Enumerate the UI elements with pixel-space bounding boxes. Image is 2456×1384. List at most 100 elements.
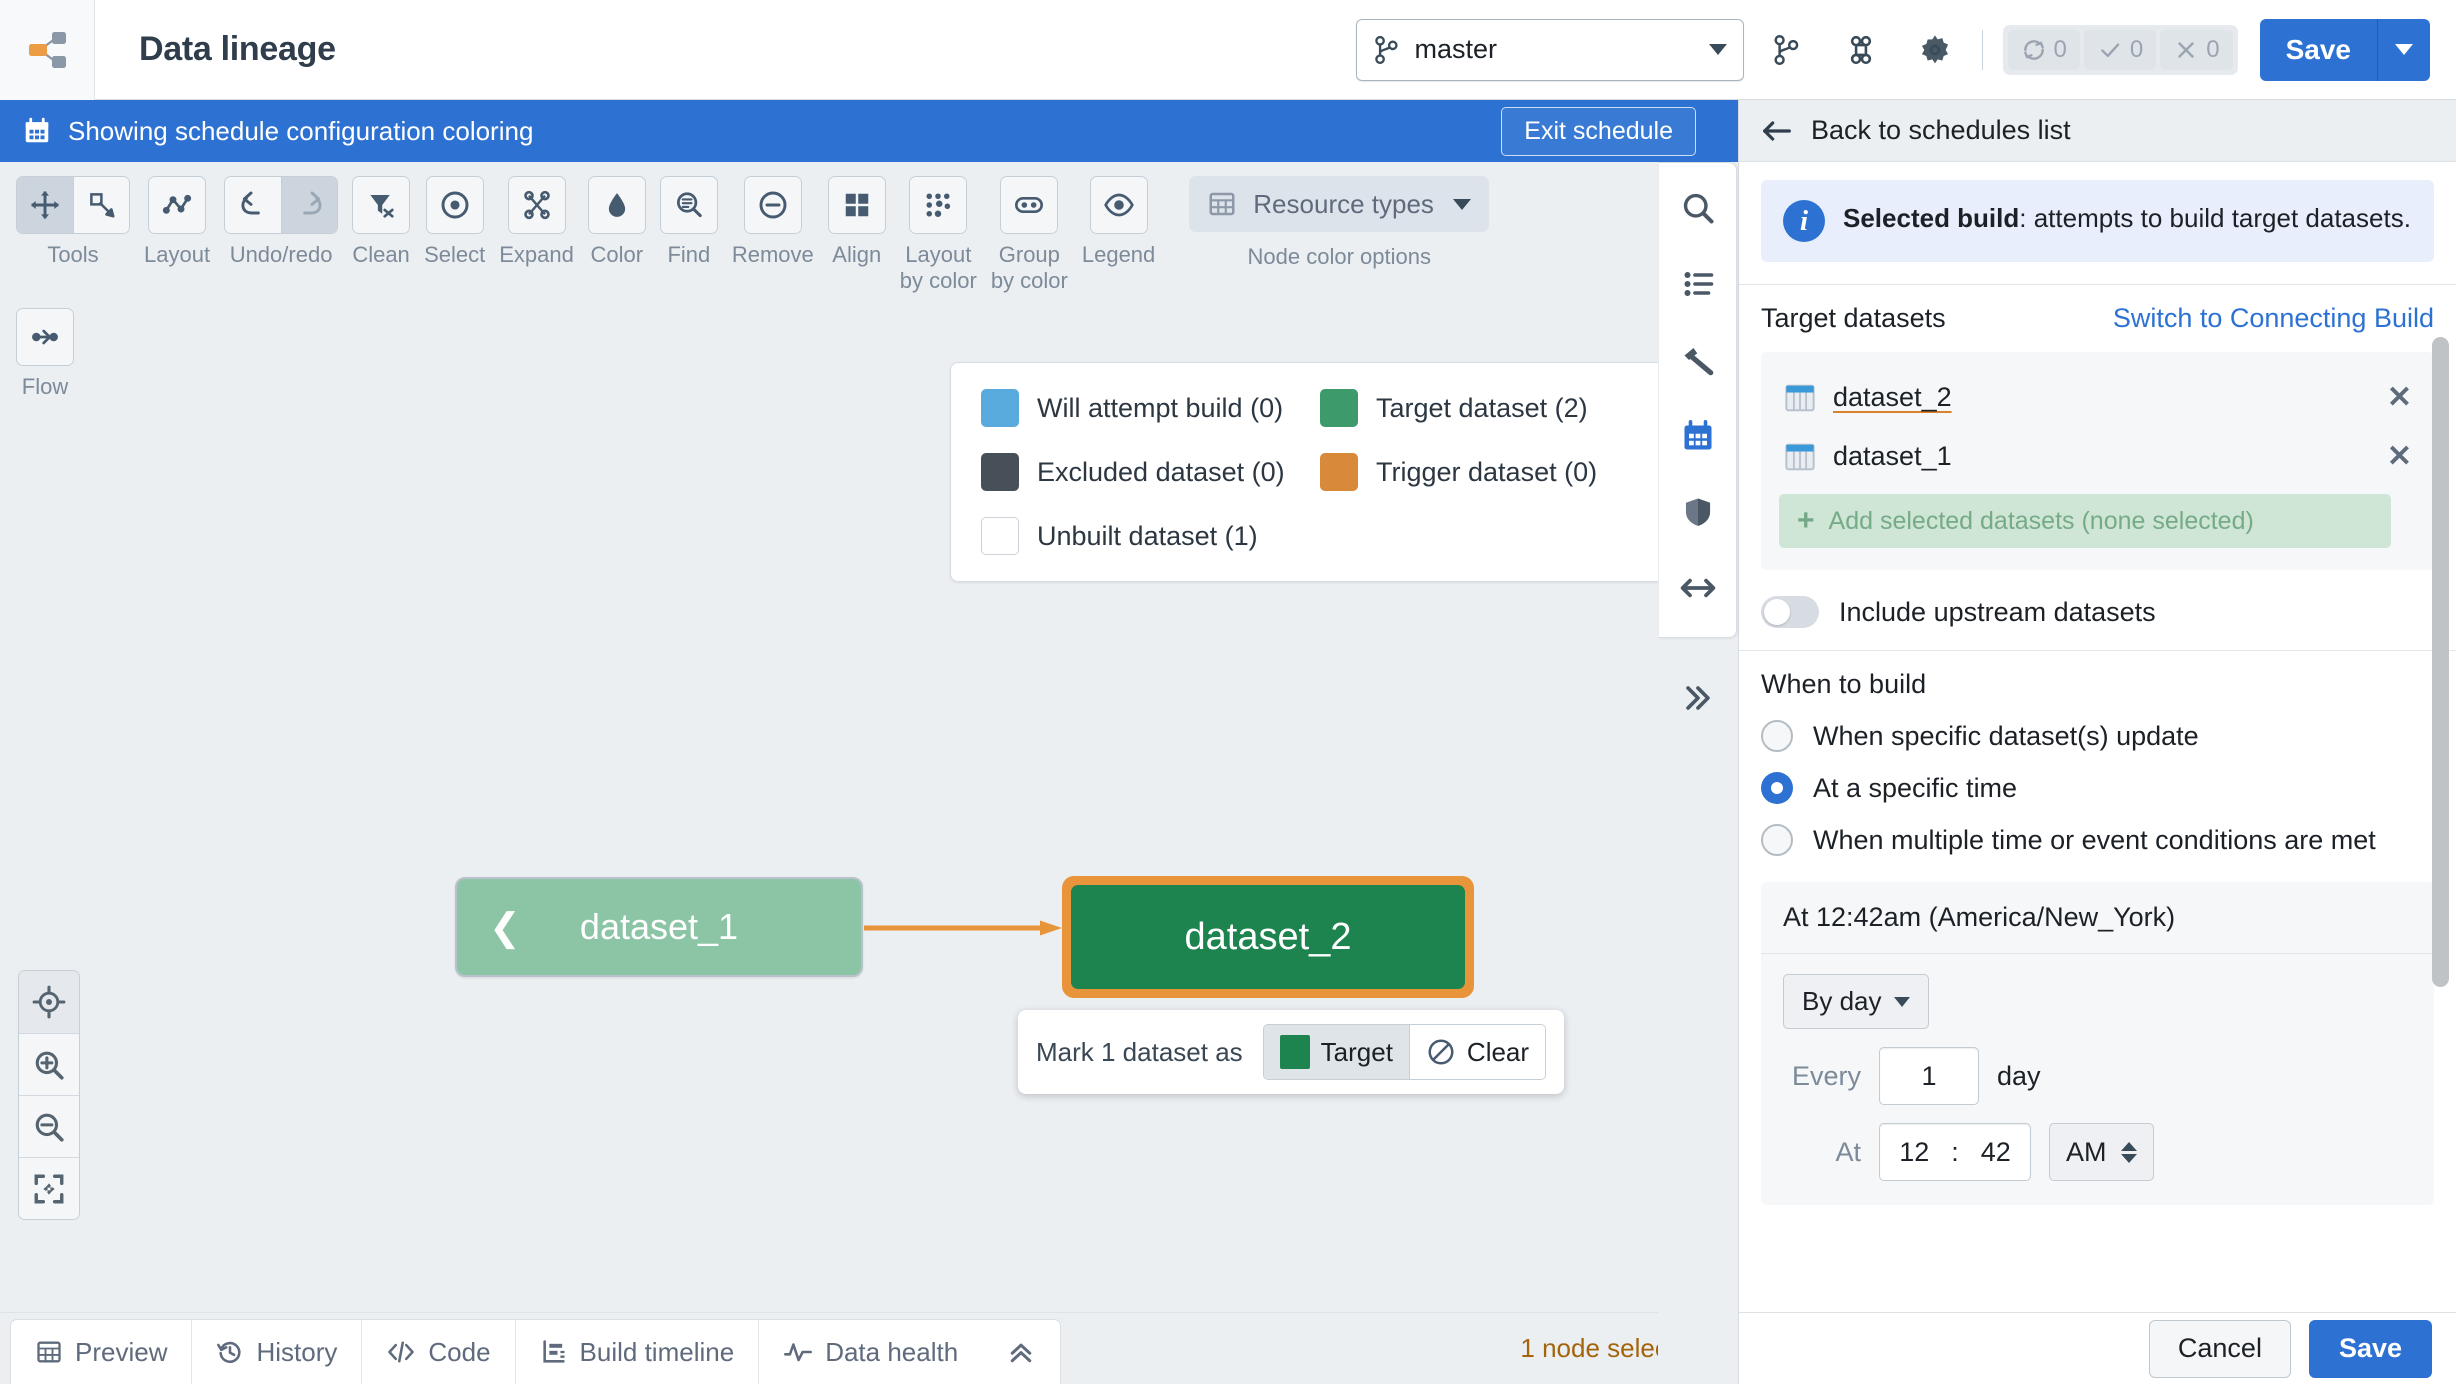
every-input[interactable]: 1: [1879, 1047, 1979, 1105]
check-icon: [2101, 42, 2120, 57]
radio-when-datasets-update[interactable]: When specific dataset(s) update: [1761, 720, 2434, 752]
arrow-left-icon[interactable]: [1761, 116, 1793, 146]
time-input[interactable]: 12 : 42: [1879, 1123, 2031, 1181]
rail-build-button[interactable]: [1664, 325, 1732, 395]
app-root: Data lineage master 0 0 0 Save Showing s…: [0, 0, 2456, 1384]
counter-failed[interactable]: 0: [2160, 29, 2233, 70]
tab-label: History: [256, 1336, 338, 1367]
callout-text: Selected build: attempts to build target…: [1843, 200, 2411, 237]
counter-success-value: 0: [2129, 35, 2144, 63]
stepper-arrows-icon[interactable]: [2120, 1141, 2137, 1163]
rail-list-button[interactable]: [1664, 249, 1732, 319]
collapse-panel-button[interactable]: [982, 1320, 1060, 1384]
rail-security-button[interactable]: [1664, 477, 1732, 547]
time-config-card: At 12:42am (America/New_York) By day Eve…: [1761, 882, 2434, 1205]
exit-schedule-button[interactable]: Exit schedule: [1501, 106, 1696, 156]
radio-at-specific-time[interactable]: At a specific time: [1761, 772, 2434, 804]
tab-label: Build timeline: [579, 1336, 735, 1367]
rail-compare-button[interactable]: [1664, 553, 1732, 623]
selected-build-callout: i Selected build: attempts to build targ…: [1761, 180, 2434, 262]
zoom-in-button[interactable]: [19, 1033, 79, 1095]
include-upstream-row: Include upstream datasets: [1761, 596, 2434, 628]
at-time-row: At 12 : 42 AM: [1783, 1123, 2412, 1181]
list-item[interactable]: dataset_2 ✕: [1779, 370, 2416, 429]
chevron-left-icon[interactable]: ❮: [489, 905, 521, 950]
ban-icon: [1428, 1039, 1454, 1065]
time-separator: :: [1951, 1136, 1959, 1167]
radio-button[interactable]: [1761, 824, 1793, 856]
close-icon[interactable]: ✕: [2387, 439, 2412, 474]
page-title: Data lineage: [139, 30, 336, 68]
timeline-icon: [542, 1340, 565, 1363]
list-icon: [1684, 272, 1713, 296]
branch-action-button[interactable]: [1756, 19, 1818, 81]
radio-label: When specific dataset(s) update: [1813, 720, 2199, 751]
table-icon: [1783, 442, 1817, 472]
cancel-button[interactable]: Cancel: [2148, 1319, 2291, 1378]
graph-edge: [864, 920, 1062, 936]
counter-pending[interactable]: 0: [2007, 29, 2080, 70]
dataset-name[interactable]: dataset_1: [1833, 441, 1952, 472]
branch-selector[interactable]: master: [1355, 18, 1744, 81]
radio-label: At a specific time: [1813, 772, 2018, 803]
counter-success[interactable]: 0: [2083, 29, 2157, 70]
recenter-button[interactable]: [19, 971, 79, 1033]
graph-node-dataset-2[interactable]: dataset_2: [1062, 876, 1474, 998]
close-icon[interactable]: ✕: [2387, 380, 2412, 415]
add-selected-datasets-button[interactable]: + Add selected datasets (none selected): [1779, 494, 2391, 548]
mark-dataset-popover: Mark 1 dataset as Target Clear: [1018, 1010, 1565, 1094]
tab-code[interactable]: Code: [361, 1320, 514, 1384]
time-config-body: By day Every 1 day At 12: 42 AM: [1761, 954, 2434, 1205]
mark-target-label: Target: [1320, 1036, 1393, 1067]
save-dropdown-button[interactable]: [2378, 18, 2430, 81]
fit-screen-button[interactable]: [19, 1157, 79, 1219]
rail-schedules-button[interactable]: [1664, 401, 1732, 471]
command-palette-button[interactable]: [1830, 19, 1892, 81]
frequency-select[interactable]: By day: [1783, 974, 1929, 1029]
dataset-name[interactable]: dataset_2: [1833, 382, 1952, 413]
every-row: Every 1 day: [1783, 1047, 2412, 1105]
radio-button[interactable]: [1761, 772, 1793, 804]
list-item[interactable]: dataset_1 ✕: [1779, 429, 2416, 488]
switch-to-connecting-build-link[interactable]: Switch to Connecting Build: [2113, 303, 2434, 334]
every-unit-label: day: [1997, 1060, 2041, 1091]
bottom-bar: Preview History Code Build timeline Data…: [0, 1312, 1738, 1384]
panel-scrollbar[interactable]: [2432, 337, 2449, 987]
tab-data-health[interactable]: Data health: [758, 1320, 982, 1384]
graph-node-label: dataset_2: [1071, 885, 1465, 989]
when-to-build-section: When to build When specific dataset(s) u…: [1739, 651, 2456, 1227]
target-datasets-section: Target datasets Switch to Connecting Bui…: [1739, 285, 2456, 651]
mark-target-button[interactable]: Target: [1263, 1025, 1409, 1079]
target-datasets-header: Target datasets Switch to Connecting Bui…: [1761, 303, 2434, 334]
zoom-out-icon: [35, 1113, 64, 1142]
radio-multiple-conditions[interactable]: When multiple time or event conditions a…: [1761, 824, 2434, 856]
meridiem-stepper[interactable]: AM: [2049, 1123, 2154, 1181]
lineage-canvas[interactable]: Tools Layout Undo/redo Clean Select Expa…: [0, 162, 1738, 1312]
rail-search-button[interactable]: [1664, 173, 1732, 243]
rail-expand-button[interactable]: [1664, 668, 1732, 728]
double-chevron-up-icon: [1010, 1343, 1032, 1363]
panel-footer: Cancel Save: [1739, 1312, 2456, 1384]
save-schedule-button[interactable]: Save: [2308, 1319, 2432, 1378]
mark-clear-button[interactable]: Clear: [1408, 1025, 1546, 1079]
include-upstream-toggle[interactable]: [1761, 596, 1819, 628]
graph-node-dataset-1[interactable]: ❮ dataset_1: [455, 877, 863, 977]
zoom-out-button[interactable]: [19, 1095, 79, 1157]
time-summary: At 12:42am (America/New_York): [1761, 882, 2434, 954]
lineage-graph-icon: [29, 31, 66, 68]
save-button[interactable]: Save: [2259, 18, 2378, 81]
radio-button[interactable]: [1761, 720, 1793, 752]
tab-build-timeline[interactable]: Build timeline: [514, 1320, 759, 1384]
pulse-icon: [784, 1343, 813, 1362]
table-icon: [37, 1341, 61, 1363]
settings-button[interactable]: [1904, 19, 1966, 81]
panel-scroll-area[interactable]: i Selected build: attempts to build targ…: [1739, 162, 2456, 1312]
tab-preview[interactable]: Preview: [11, 1320, 191, 1384]
counter-pending-value: 0: [2053, 35, 2067, 63]
tab-history[interactable]: History: [191, 1320, 361, 1384]
back-to-schedules-link[interactable]: Back to schedules list: [1811, 115, 2071, 146]
recenter-icon: [32, 985, 66, 1019]
app-logo[interactable]: [0, 0, 95, 100]
include-upstream-label: Include upstream datasets: [1839, 596, 2156, 627]
cross-icon: [2178, 41, 2194, 58]
